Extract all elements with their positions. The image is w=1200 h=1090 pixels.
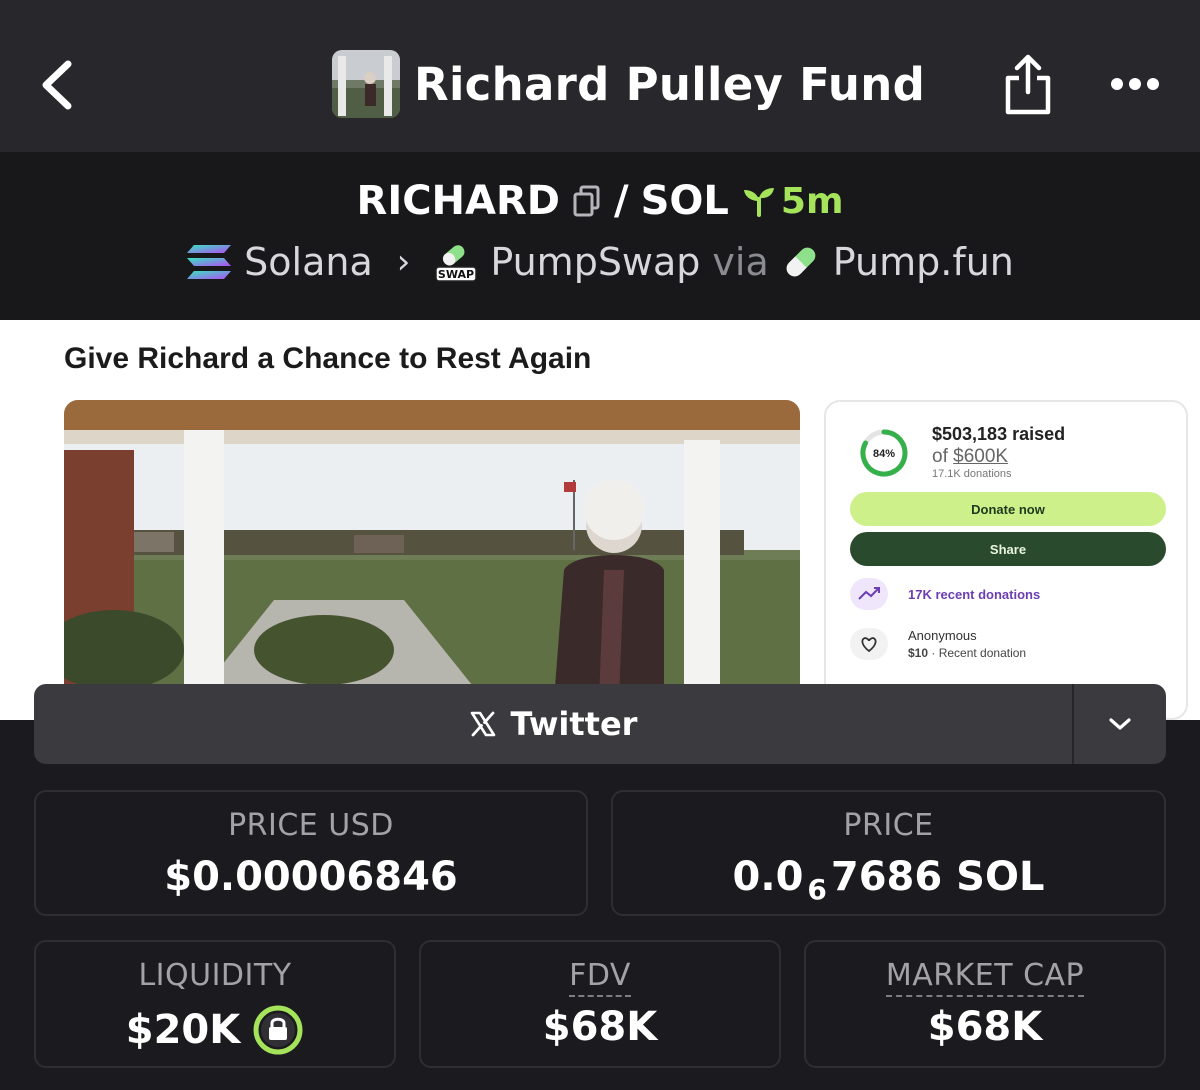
twitter-link-button[interactable]: Twitter	[34, 684, 1072, 764]
price-label: PRICE	[843, 808, 934, 843]
launchpad-link[interactable]: Pump.fun	[833, 240, 1014, 284]
base-token-symbol: RICHARD	[356, 178, 560, 224]
doorbell-photo	[64, 400, 800, 700]
price-usd-box: PRICE USD $0.00006846	[34, 790, 588, 916]
via-label: via	[712, 240, 769, 284]
lock-icon[interactable]	[252, 1004, 304, 1056]
expand-links-button[interactable]	[1074, 684, 1166, 764]
fdv-value: $68K	[542, 1004, 658, 1050]
token-title-group: Richard Pulley Fund	[332, 50, 925, 118]
social-links-bar: Twitter	[34, 684, 1166, 764]
token-avatar-image	[332, 50, 400, 118]
donate-now-button: Donate now	[850, 492, 1166, 526]
pair-age: 5m	[741, 180, 844, 222]
market-cap-value: $68K	[927, 1004, 1043, 1050]
quote-token-symbol: SOL	[640, 178, 729, 224]
sprout-icon	[743, 188, 774, 217]
price-usd-value: $0.00006846	[164, 854, 458, 900]
goal-prefix: of	[932, 446, 954, 467]
pair-age-text: 5m	[780, 180, 844, 222]
fdv-label[interactable]: FDV	[569, 958, 631, 997]
liquidity-box: LIQUIDITY $20K	[34, 940, 396, 1068]
chevron-right-icon: ›	[396, 242, 411, 282]
progress-percent: 84%	[873, 448, 895, 460]
twitter-label: Twitter	[510, 705, 638, 743]
fundraiser-share-button: Share	[850, 532, 1166, 566]
mcap-label-wrap: MARKET CAP	[806, 958, 1164, 997]
chain-link[interactable]: Solana	[244, 240, 373, 284]
x-logo-icon	[470, 711, 495, 737]
price-native-box: PRICE 0.0 6 7686 SOL	[611, 790, 1166, 916]
token-banner-image: Give Richard a Chance to Rest Again 84% …	[0, 320, 1200, 720]
donor-detail: $10 · Recent donation	[908, 646, 1027, 660]
dex-link[interactable]: PumpSwap	[490, 240, 700, 284]
pumpswap-logo-icon: SWAP	[435, 245, 478, 282]
donation-count: 17.1K donations	[932, 468, 1012, 480]
donor-note: Recent donation	[938, 646, 1027, 660]
fdv-label-wrap: FDV	[421, 958, 779, 997]
progress-ring-icon: 84%	[860, 429, 908, 477]
fdv-box: FDV $68K	[419, 940, 781, 1068]
token-avatar	[332, 50, 400, 118]
market-cap-box: MARKET CAP $68K	[804, 940, 1166, 1068]
price-usd-label: PRICE USD	[228, 808, 394, 843]
goal-amount: $600K	[953, 446, 1009, 467]
donor-name: Anonymous	[908, 628, 977, 643]
price-prefix: 0.0	[732, 854, 804, 900]
heart-hand-icon	[850, 628, 888, 660]
liquidity-value-row: $20K	[36, 1004, 394, 1056]
copy-icon[interactable]	[572, 184, 602, 218]
more-options-icon[interactable]	[1110, 76, 1160, 92]
pill-icon	[786, 247, 816, 277]
fundraiser-card: 84% $503,183 raised of $600K 17.1K donat…	[824, 400, 1188, 720]
page-title: Richard Pulley Fund	[414, 57, 926, 111]
trending-icon	[850, 578, 888, 610]
donor-amount: $10	[908, 646, 929, 660]
liquidity-label: LIQUIDITY	[138, 958, 292, 993]
recent-donations-label: 17K recent donations	[908, 587, 1041, 602]
liquidity-value: $20K	[125, 1007, 241, 1053]
back-arrow-icon[interactable]	[36, 58, 76, 112]
chevron-down-icon	[1109, 718, 1131, 730]
banner-headline: Give Richard a Chance to Rest Again	[64, 342, 592, 375]
pair-separator: /	[614, 178, 629, 224]
amount-raised: $503,183 raised	[932, 424, 1066, 444]
market-cap-label[interactable]: MARKET CAP	[885, 958, 1085, 997]
route-breadcrumb: Solana › SWAP PumpSwap via Pump.fun	[0, 240, 1200, 284]
price-native-value: 0.0 6 7686 SOL	[613, 854, 1164, 906]
goal-line: of $600K	[932, 446, 1008, 468]
price-zero-count: 6	[807, 872, 827, 906]
solana-logo-icon	[187, 245, 232, 279]
price-digits: 7686 SOL	[830, 854, 1045, 900]
share-icon[interactable]	[1002, 52, 1054, 116]
swap-badge-text: SWAP	[438, 268, 474, 281]
pair-heading: RICHARD / SOL 5m	[0, 178, 1200, 224]
